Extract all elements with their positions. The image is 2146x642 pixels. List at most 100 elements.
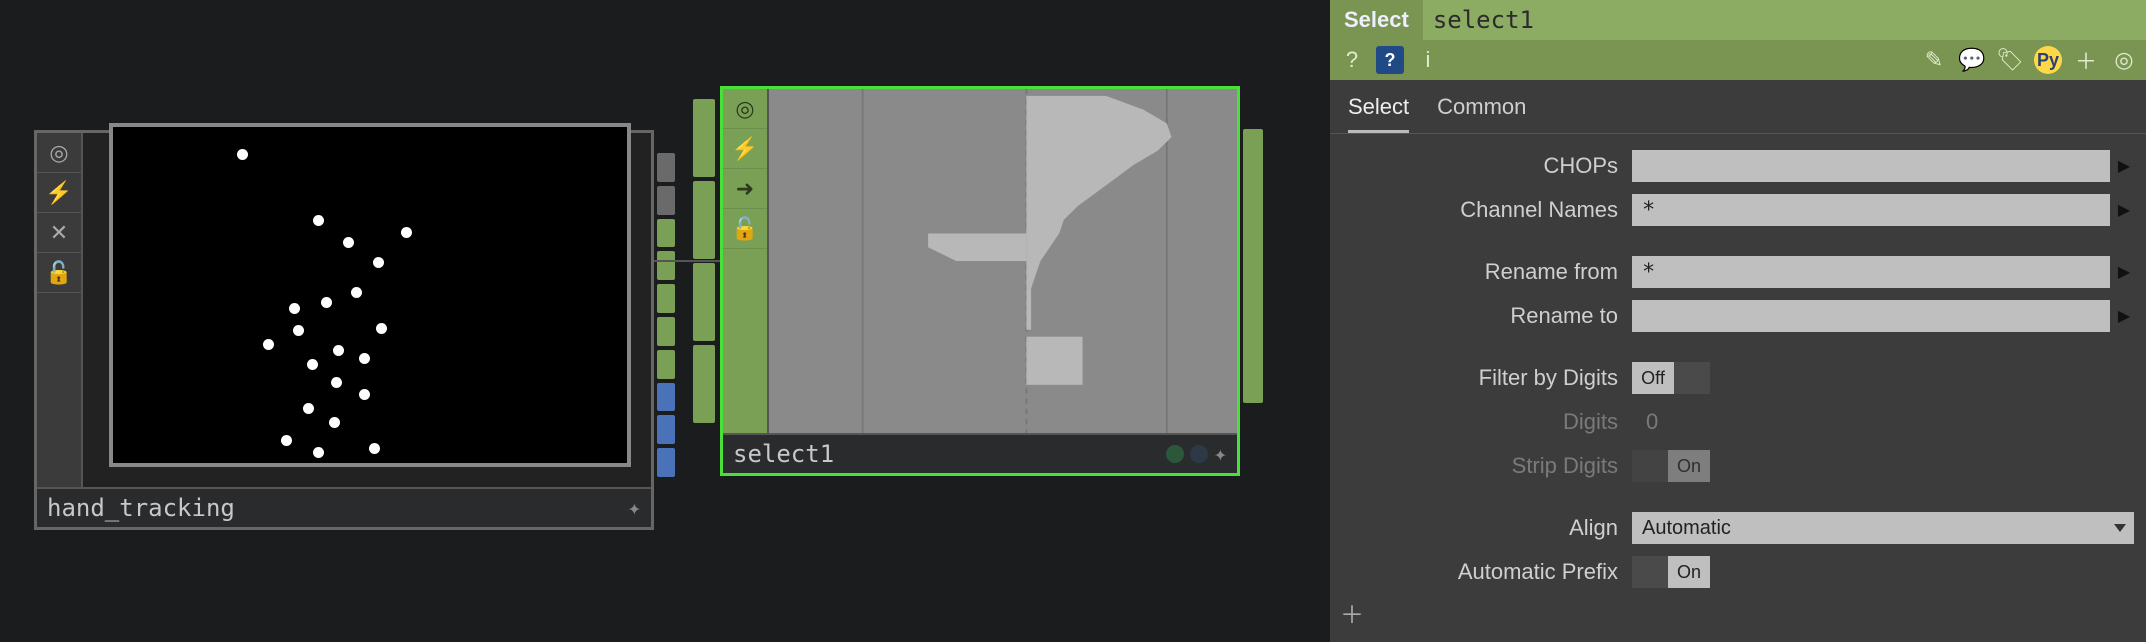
param-label: CHOPs <box>1330 153 1632 179</box>
help-icon[interactable]: ? <box>1338 46 1366 74</box>
param-digits: Digits 0 <box>1330 400 2146 444</box>
param-toolbar: ? ? i ✎ 💬 🏷 Py ＋ ◎ <box>1330 40 2146 80</box>
auto-prefix-toggle[interactable]: On <box>1632 556 1710 588</box>
node-name-field[interactable]: hand_tracking ✦ <box>37 487 651 527</box>
input-connectors <box>693 99 715 423</box>
hand-landmark-dot <box>237 149 248 160</box>
param-rename-from: Rename from * ▶ <box>1330 250 2146 294</box>
tag-icon[interactable]: 🏷 <box>1996 46 2024 74</box>
hand-landmark-dot <box>359 353 370 364</box>
hand-landmark-dot <box>289 303 300 314</box>
hand-landmark-dot <box>376 323 387 334</box>
node-viewer-select1 <box>769 89 1237 433</box>
param-label: Digits <box>1330 409 1632 435</box>
param-page-tabs: Select Common <box>1330 80 2146 134</box>
strip-digits-toggle[interactable]: On <box>1632 450 1710 482</box>
hand-landmark-dot <box>359 389 370 400</box>
star-icon[interactable]: ✦ <box>1214 442 1227 467</box>
hand-landmark-dot <box>281 435 292 446</box>
param-label: Channel Names <box>1330 197 1632 223</box>
param-label: Automatic Prefix <box>1330 559 1632 585</box>
lock-icon[interactable]: 🔓 <box>723 209 767 249</box>
parameters-panel: Select select1 ? ? i ✎ 💬 🏷 Py ＋ ◎ Select… <box>1330 0 2146 642</box>
network-editor[interactable]: ◎ ⚡ ✕ 🔓 hand_tracking ✦ <box>0 0 1330 642</box>
param-strip-digits: Strip Digits On <box>1330 444 2146 488</box>
filter-digits-toggle[interactable]: Off <box>1632 362 1710 394</box>
node-name-text: hand_tracking <box>47 494 235 522</box>
edit-icon[interactable]: ✎ <box>1920 46 1948 74</box>
viewer-active-icon[interactable]: ◎ <box>723 89 767 129</box>
lock-icon[interactable]: 🔓 <box>37 253 81 293</box>
param-rows: CHOPs ▶ Channel Names * ▶ Rename from * … <box>1330 134 2146 594</box>
hand-landmark-dot <box>343 237 354 248</box>
tab-common[interactable]: Common <box>1437 94 1526 133</box>
expand-icon[interactable]: ▶ <box>2114 150 2134 182</box>
export-icon[interactable]: ➜ <box>723 169 767 209</box>
hand-landmark-dot <box>401 227 412 238</box>
param-label: Strip Digits <box>1330 453 1632 479</box>
hand-landmark-dot <box>351 287 362 298</box>
add-page-icon[interactable]: ＋ <box>1340 595 1364 630</box>
node-name-text: select1 <box>733 440 834 468</box>
rename-from-field[interactable]: * <box>1632 256 2110 288</box>
param-chops: CHOPs ▶ <box>1330 144 2146 188</box>
param-label: Align <box>1330 515 1632 541</box>
output-connectors <box>657 153 675 477</box>
hand-landmark-dot <box>333 345 344 356</box>
param-header: Select select1 <box>1330 0 2146 40</box>
star-icon[interactable]: ✦ <box>628 496 641 521</box>
target-icon[interactable]: ◎ <box>2110 46 2138 74</box>
rename-to-field[interactable] <box>1632 300 2110 332</box>
operator-name-field[interactable]: select1 <box>1423 0 2146 40</box>
hand-landmark-dot <box>321 297 332 308</box>
digits-value[interactable]: 0 <box>1646 409 1658 435</box>
hand-landmark-dot <box>263 339 274 350</box>
help-wiki-icon[interactable]: ? <box>1376 46 1404 74</box>
toggle-knob: On <box>1668 556 1710 588</box>
channel-names-field[interactable]: * <box>1632 194 2110 226</box>
param-automatic-prefix: Automatic Prefix On <box>1330 550 2146 594</box>
cook-dot-icon <box>1166 445 1184 463</box>
add-icon[interactable]: ＋ <box>2072 46 2100 74</box>
chops-field[interactable] <box>1632 150 2110 182</box>
tab-select[interactable]: Select <box>1348 94 1409 133</box>
param-label: Rename to <box>1330 303 1632 329</box>
output-connector <box>1243 129 1263 403</box>
toggle-knob: On <box>1668 450 1710 482</box>
node-select1[interactable]: ◎ ⚡ ➜ 🔓 <box>720 86 1240 476</box>
viewer-active-icon[interactable]: ◎ <box>37 133 81 173</box>
hand-landmark-dot <box>307 359 318 370</box>
info-icon[interactable]: i <box>1414 46 1442 74</box>
operator-type-label: Select <box>1330 7 1423 33</box>
hand-landmark-dot <box>303 403 314 414</box>
align-dropdown[interactable]: Automatic <box>1632 512 2134 544</box>
bypass-icon[interactable]: ⚡ <box>37 173 81 213</box>
param-label: Filter by Digits <box>1330 365 1632 391</box>
hand-landmark-dot <box>331 377 342 388</box>
node-name-field[interactable]: select1 ✦ <box>723 433 1237 473</box>
lock-close-icon[interactable]: ✕ <box>37 213 81 253</box>
node-hand-tracking[interactable]: ◎ ⚡ ✕ 🔓 hand_tracking ✦ <box>34 130 654 530</box>
hand-landmark-dot <box>313 447 324 458</box>
hand-landmark-dot <box>313 215 324 226</box>
param-filter-digits: Filter by Digits Off <box>1330 356 2146 400</box>
param-channel-names: Channel Names * ▶ <box>1330 188 2146 232</box>
node-flag-column: ◎ ⚡ ✕ 🔓 <box>37 133 83 487</box>
expand-icon[interactable]: ▶ <box>2114 194 2134 226</box>
hand-landmark-dot <box>369 443 380 454</box>
toggle-knob: Off <box>1632 362 1674 394</box>
node-viewer-hand-tracking <box>109 123 631 467</box>
param-align: Align Automatic <box>1330 506 2146 550</box>
python-icon[interactable]: Py <box>2034 46 2062 74</box>
expand-icon[interactable]: ▶ <box>2114 300 2134 332</box>
expand-icon[interactable]: ▶ <box>2114 256 2134 288</box>
bypass-icon[interactable]: ⚡ <box>723 129 767 169</box>
cook-dot-icon <box>1190 445 1208 463</box>
param-rename-to: Rename to ▶ <box>1330 294 2146 338</box>
node-flag-column: ◎ ⚡ ➜ 🔓 <box>723 89 769 433</box>
hand-landmark-dot <box>293 325 304 336</box>
param-label: Rename from <box>1330 259 1632 285</box>
hand-landmark-dot <box>373 257 384 268</box>
comment-icon[interactable]: 💬 <box>1958 46 1986 74</box>
hand-landmark-dot <box>329 417 340 428</box>
